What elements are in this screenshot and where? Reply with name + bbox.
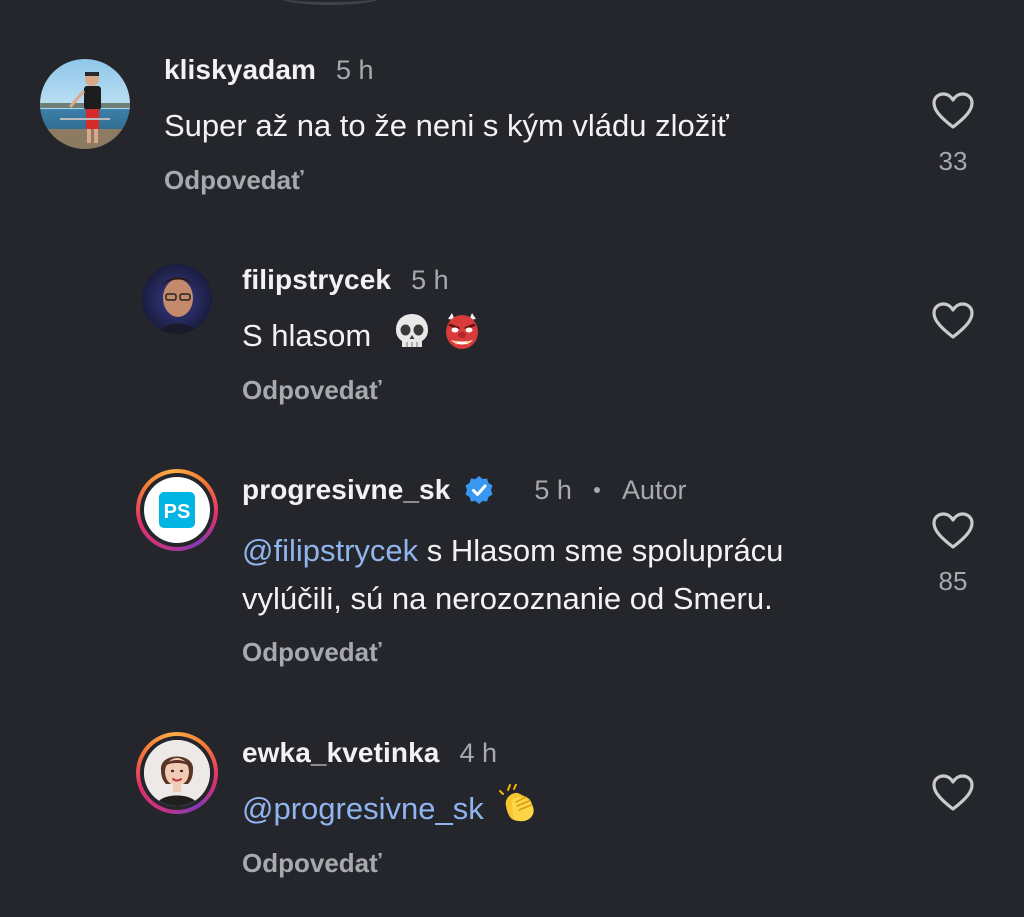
comment-header: ewka_kvetinka 4 h [242,737,497,769]
heart-icon[interactable] [932,92,974,130]
timestamp: 5 h [336,54,374,85]
reply-button[interactable]: Odpovedať [242,637,382,668]
avatar[interactable] [142,264,212,334]
goblin-emoji [442,311,482,365]
story-ring[interactable] [136,732,218,814]
comment-text-part: s Hlasom sme spoluprácu [418,533,784,568]
story-ring[interactable]: PS [136,469,218,551]
reply-button[interactable]: Odpovedať [242,848,382,879]
like-control: 85 [930,512,976,597]
username[interactable]: filipstrycek [242,264,391,296]
comment-text-line-2: vylúčili, sú na nerozoznanie od Smeru. [242,581,773,616]
comment-text-line-1: @filipstrycek s Hlasom sme spoluprácu [242,527,783,575]
previous-item-edge [280,0,380,5]
username[interactable]: kliskyadam [164,54,316,86]
avatar[interactable] [40,59,130,149]
like-count: 33 [938,146,968,176]
reply-button[interactable]: Odpovedať [164,165,304,196]
heart-icon[interactable] [932,302,974,340]
reply-button[interactable]: Odpovedať [242,375,382,406]
like-control: 33 [930,92,976,177]
separator-dot [593,487,600,493]
avatar[interactable]: PS [144,477,210,543]
heart-icon[interactable] [932,774,974,812]
heart-icon[interactable] [932,512,974,550]
comment-text: @progresivne_sk [242,783,540,838]
comment-header: filipstrycek 5 h [242,264,449,296]
comment-text: Super až na to že neni s kým vládu zloži… [164,108,729,143]
comment-text: @filipstrycek s Hlasom sme spoluprácu vy… [242,527,783,623]
timestamp: 4 h [459,737,497,768]
timestamp: 5 h [534,474,572,505]
skull-emoji [394,312,430,364]
username[interactable]: progresivne_sk [242,474,450,506]
like-count: 85 [938,566,968,596]
comment-header: kliskyadam 5 h [164,54,374,86]
like-control [930,302,976,340]
verified-badge-icon [464,475,494,505]
avatar[interactable] [144,740,210,806]
avatar-logo-text: PS [164,501,191,523]
like-control [930,774,976,812]
author-label: Autor [621,474,687,505]
comment-header: progresivne_sk 5 h Autor [242,474,687,506]
timestamp: 5 h [411,264,449,295]
clapping-hands-emoji [498,783,540,838]
comment-text: S hlasom [242,311,482,365]
username[interactable]: ewka_kvetinka [242,737,439,769]
comment-text-content: S hlasom [242,318,372,354]
mention-link[interactable]: @progresivne_sk [242,791,484,826]
mention-link[interactable]: @filipstrycek [242,533,418,568]
